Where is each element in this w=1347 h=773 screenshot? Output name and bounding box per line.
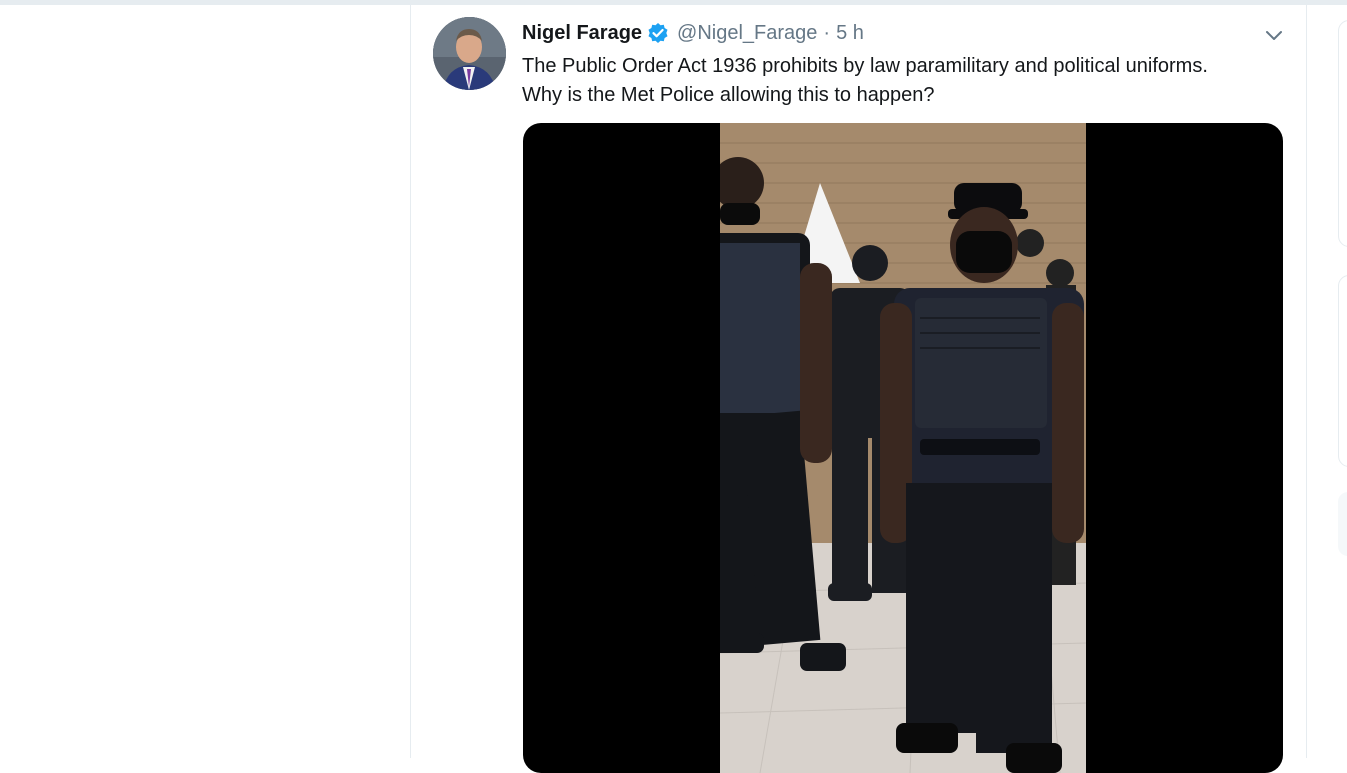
tweet-timestamp[interactable]: 5 h <box>836 22 864 45</box>
sidebar-pill[interactable] <box>1338 492 1347 556</box>
tweet-header: Nigel Farage @Nigel_Farage · 5 h <box>522 19 864 47</box>
tweet[interactable]: Nigel Farage @Nigel_Farage · 5 h The Pub… <box>411 5 1306 773</box>
author-handle[interactable]: @Nigel_Farage <box>677 22 817 45</box>
verified-badge-icon <box>647 22 669 44</box>
video-frame <box>720 123 1086 773</box>
tweet-text: The Public Order Act 1936 prohibits by l… <box>522 55 1208 106</box>
avatar[interactable] <box>433 17 506 90</box>
avatar-image <box>433 17 506 90</box>
sidebar-card <box>1338 275 1347 467</box>
column-divider-right <box>1306 5 1307 758</box>
author-name[interactable]: Nigel Farage <box>522 22 642 45</box>
chevron-down-icon[interactable] <box>1262 25 1286 45</box>
left-sidebar <box>0 5 410 758</box>
tweet-video[interactable] <box>523 123 1283 773</box>
sidebar-card <box>1338 20 1347 247</box>
header-separator: · <box>823 21 831 44</box>
video-still-image <box>720 123 1086 773</box>
